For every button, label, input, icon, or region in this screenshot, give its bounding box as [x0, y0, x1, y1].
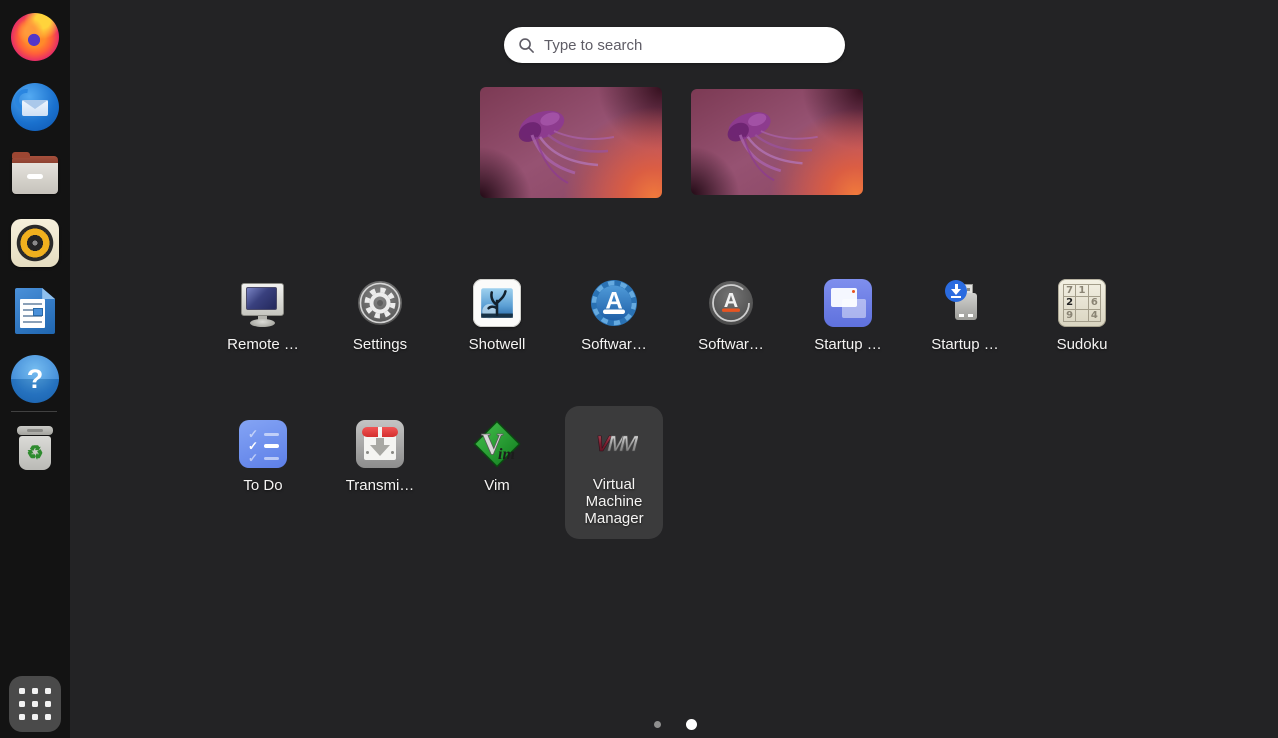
startup-disk-creator-icon — [941, 279, 989, 327]
todo-icon: ✓ ✓ ✓ — [239, 420, 287, 468]
files-folder-icon — [12, 156, 58, 194]
help-icon: ? — [11, 355, 59, 403]
question-mark-glyph: ? — [27, 364, 44, 395]
dock-item-libreoffice-writer[interactable] — [11, 287, 59, 335]
app-settings[interactable]: Settings — [331, 266, 429, 365]
dock-item-help[interactable]: ? — [11, 355, 59, 403]
page-dot-1[interactable] — [654, 721, 661, 728]
dock-divider — [11, 411, 57, 412]
dock: ? ♻ — [0, 0, 70, 738]
sudoku-grid: 71 26 94 — [1063, 284, 1101, 322]
recycle-glyph: ♻ — [26, 442, 43, 465]
app-label: Startup … — [931, 336, 999, 353]
workspace-thumbnail-2[interactable] — [691, 89, 863, 195]
app-todo[interactable]: ✓ ✓ ✓ To Do — [214, 407, 312, 506]
vim-icon: V im — [473, 420, 521, 468]
settings-gear-icon — [356, 279, 404, 327]
app-vim[interactable]: V im Vim — [448, 407, 546, 506]
app-label: Settings — [353, 336, 407, 353]
virtual-machine-manager-icon: V M M — [590, 419, 638, 467]
dock-item-files[interactable] — [11, 151, 59, 199]
trash-icon: ♻ — [15, 426, 55, 472]
search-bar[interactable] — [504, 27, 845, 63]
search-input[interactable] — [544, 37, 831, 54]
activities-overview: ? ♻ — [0, 0, 1278, 738]
dock-item-firefox[interactable] — [11, 13, 59, 61]
app-label: To Do — [243, 477, 282, 494]
jellyfish-wallpaper — [480, 87, 662, 198]
app-software[interactable]: A Softwar… — [565, 266, 663, 365]
app-label: Sudoku — [1057, 336, 1108, 353]
app-label: Remote … — [227, 336, 299, 353]
dock-item-trash[interactable]: ♻ — [11, 425, 59, 473]
app-software-updates[interactable]: A Softwar… — [682, 266, 780, 365]
app-virtual-machine-manager[interactable]: V M M Virtual Machine Manager — [565, 406, 663, 539]
libreoffice-writer-icon — [15, 288, 55, 334]
dock-item-rhythmbox[interactable] — [11, 219, 59, 267]
remote-desktop-icon — [239, 279, 287, 327]
app-label: Transmi… — [346, 477, 415, 494]
page-dot-2-active[interactable] — [686, 719, 697, 730]
vim-im-glyph: im — [498, 446, 515, 463]
app-label: Shotwell — [469, 336, 526, 353]
firefox-icon — [11, 13, 59, 61]
thunderbird-icon — [11, 83, 59, 131]
jellyfish-wallpaper — [691, 89, 863, 195]
workspace-thumbnail-1[interactable] — [480, 87, 662, 198]
app-sudoku[interactable]: 71 26 94 Sudoku — [1033, 266, 1131, 365]
app-remote-desktop[interactable]: Remote … — [214, 266, 312, 365]
sudoku-icon: 71 26 94 — [1058, 279, 1106, 327]
app-label: Softwar… — [698, 336, 764, 353]
shotwell-icon — [473, 279, 521, 327]
app-shotwell[interactable]: Shotwell — [448, 266, 546, 365]
download-badge-icon — [945, 280, 967, 302]
app-label: Softwar… — [581, 336, 647, 353]
app-label: Virtual Machine Manager — [567, 476, 661, 527]
app-startup-disk-creator[interactable]: Startup … — [916, 266, 1014, 365]
app-startup-applications[interactable]: Startup … — [799, 266, 897, 365]
app-label: Vim — [484, 477, 510, 494]
search-icon — [518, 37, 535, 54]
app-label: Startup … — [814, 336, 882, 353]
app-transmission[interactable]: Transmi… — [331, 407, 429, 506]
rhythmbox-speaker-icon — [11, 219, 59, 267]
transmission-icon — [356, 420, 404, 468]
dock-item-thunderbird[interactable] — [11, 83, 59, 131]
software-icon: A — [590, 279, 638, 327]
show-apps-grid-icon — [19, 688, 51, 720]
startup-applications-icon — [824, 279, 872, 327]
software-updates-icon: A — [707, 279, 755, 327]
show-apps-button[interactable] — [9, 676, 61, 732]
